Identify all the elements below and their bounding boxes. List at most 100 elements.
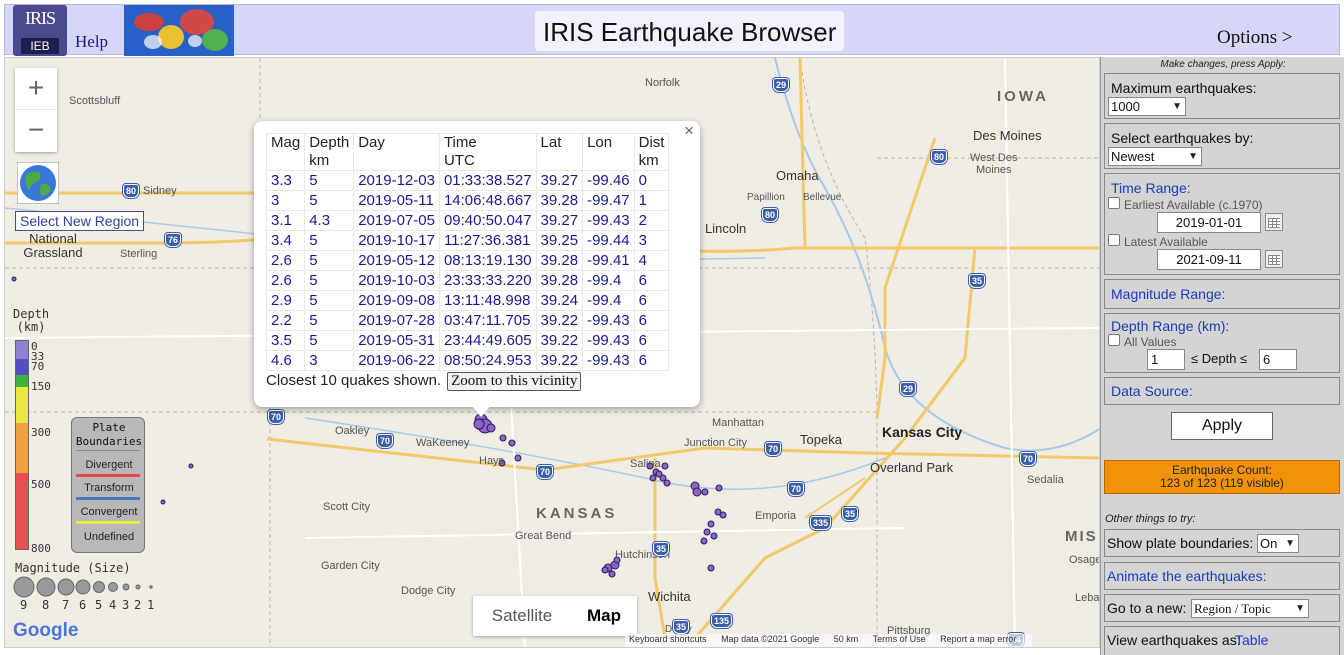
quake-table-cell: 6 [633, 330, 670, 351]
select-by-select[interactable]: Newest ▼ [1108, 147, 1202, 166]
quake-table-row[interactable]: 3.1 4.3 2019-07-05 09:40:50.047 39.27 -99.43 2 [265, 210, 670, 231]
zoom-out-button[interactable]: − [15, 110, 57, 152]
keyboard-shortcuts-link[interactable]: Keyboard shortcuts [629, 634, 707, 644]
all-values-label: All Values [1124, 335, 1177, 349]
terms-of-use-link[interactable]: Terms of Use [873, 634, 926, 644]
earthquake-marker[interactable] [649, 474, 657, 482]
data-source-label[interactable]: Data Source: [1111, 383, 1193, 399]
data-source-box: Data Source: [1104, 377, 1340, 405]
earthquake-marker[interactable] [714, 508, 722, 516]
place-garden-city: Garden City [321, 560, 380, 572]
animate-earthquakes-link[interactable]: Animate the earthquakes: [1107, 568, 1267, 584]
earthquake-marker[interactable] [508, 439, 516, 447]
max-earthquakes-label: Maximum earthquakes: [1111, 80, 1257, 96]
goto-select[interactable]: Region / Topic ▼ [1191, 599, 1309, 618]
mag-num-3: 3 [122, 598, 130, 612]
quake-table-cell: 39.24 [535, 290, 584, 311]
close-icon[interactable]: × [684, 121, 694, 141]
quake-table-cell: 2.6 [265, 250, 306, 271]
calendar-icon[interactable] [1265, 250, 1283, 268]
iris-ieb-logo[interactable]: IRIS IEB [13, 5, 67, 56]
world-map-thumbnail[interactable] [124, 5, 234, 56]
map-data-credit: Map data ©2021 Google [721, 634, 820, 644]
magnitude-range-label[interactable]: Magnitude Range: [1111, 286, 1225, 302]
quake-table-row[interactable]: 2.6 5 2019-05-12 08:13:19.130 39.28 -99.41 4 [265, 250, 670, 271]
time-range-label[interactable]: Time Range: [1111, 180, 1191, 196]
quake-table-row[interactable]: 3 5 2019-05-11 14:06:48.667 39.28 -99.47 1 [265, 190, 670, 211]
quake-table-row[interactable]: 3.4 5 2019-10-17 11:27:36.381 39.25 -99.44 3 [265, 230, 670, 251]
quake-table-row[interactable]: 2.2 5 2019-07-28 03:47:11.705 39.22 -99.43 6 [265, 310, 670, 331]
quake-table-row[interactable]: 2.9 5 2019-09-08 13:11:48.998 39.24 -99.4 6 [265, 290, 670, 311]
interstate-shield-icon: 70 [765, 442, 782, 456]
earthquake-marker[interactable] [707, 564, 715, 572]
map-button[interactable]: Map [571, 596, 637, 636]
quake-table-cell: -99.43 [582, 210, 635, 231]
earthquake-marker[interactable] [188, 463, 194, 469]
quake-table-cell: 39.28 [535, 190, 584, 211]
quake-table-cell: 39.25 [535, 230, 584, 251]
earthquake-marker[interactable] [692, 487, 702, 497]
globe-icon[interactable] [17, 162, 59, 204]
depth-range-box: Depth Range (km): All Values 1 ≤ Depth ≤… [1104, 313, 1340, 373]
all-values-checkbox[interactable] [1108, 334, 1120, 346]
place-west-des-moines: West Des Moines [970, 152, 1018, 176]
select-new-region-button[interactable]: Select New Region [15, 211, 145, 231]
earthquake-marker[interactable] [601, 566, 609, 574]
earthquake-marker[interactable] [703, 528, 711, 536]
earthquake-marker[interactable] [499, 434, 507, 442]
calendar-icon[interactable] [1265, 213, 1283, 231]
view-as-label: View earthquakes as: [1107, 632, 1241, 648]
end-date-input[interactable]: 2021-09-11 [1157, 249, 1261, 270]
place-papillion: Papillion [747, 192, 785, 203]
google-logo[interactable]: Google [13, 620, 78, 642]
place-norfolk: Norfolk [645, 77, 680, 89]
earthquake-marker[interactable] [486, 423, 496, 433]
max-earthquakes-select[interactable]: 1000 ▼ [1108, 97, 1186, 116]
earthquake-marker[interactable] [663, 479, 671, 487]
apply-button[interactable]: Apply [1171, 412, 1273, 440]
start-date-input[interactable]: 2019-01-01 [1157, 212, 1261, 233]
earthquake-marker[interactable] [11, 276, 17, 282]
zoom-in-button[interactable]: + [15, 68, 57, 110]
quake-table-cell: 5 [304, 330, 355, 351]
depth-min-input[interactable]: 1 [1147, 349, 1185, 370]
map-type-control: Satellite Map [473, 596, 637, 636]
plate-undefined-label: Undefined [83, 531, 135, 543]
earthquake-marker[interactable] [710, 532, 718, 540]
mag-num-9: 9 [20, 598, 28, 612]
quake-table-row[interactable]: 2.6 5 2019-10-03 23:33:33.220 39.28 -99.4 6 [265, 270, 670, 291]
interstate-shield-icon: 70 [377, 434, 394, 448]
earthquake-marker[interactable] [160, 499, 166, 505]
depth-range-label[interactable]: Depth Range (km): [1111, 318, 1229, 334]
chevron-down-icon: ▼ [1285, 538, 1295, 549]
earthquake-marker[interactable] [715, 484, 723, 492]
earthquake-marker[interactable] [701, 488, 709, 496]
quake-table-cell: 39.22 [535, 330, 584, 351]
earthquake-marker[interactable] [700, 537, 708, 545]
depth-max-input[interactable]: 6 [1259, 349, 1297, 370]
quake-table-cell: 09:40:50.047 [438, 210, 537, 231]
earthquake-marker[interactable] [608, 570, 616, 578]
help-link[interactable]: Help [75, 32, 108, 52]
earthquake-marker[interactable] [473, 418, 485, 430]
quake-table-cell: 5 [304, 290, 355, 311]
earthquake-marker[interactable] [655, 470, 663, 478]
earliest-available-checkbox[interactable] [1108, 197, 1120, 209]
plate-boundaries-select[interactable]: On ▼ [1257, 534, 1299, 553]
options-link[interactable]: Options > [1217, 27, 1293, 49]
quake-table-row[interactable]: 3.5 5 2019-05-31 23:44:49.605 39.22 -99.43 6 [265, 330, 670, 351]
earthquake-marker[interactable] [707, 520, 715, 528]
quake-table-row[interactable]: 3.3 5 2019-12-03 01:33:38.527 39.27 -99.46 0 [265, 170, 670, 191]
select-by-box: Select earthquakes by: Newest ▼ [1104, 123, 1340, 169]
zoom-to-vicinity-button[interactable]: Zoom to this vicinity [447, 372, 582, 391]
satellite-button[interactable]: Satellite [473, 596, 571, 636]
earthquake-marker[interactable] [661, 462, 669, 470]
report-map-error-link[interactable]: Report a map error [940, 634, 1016, 644]
latest-available-checkbox[interactable] [1108, 234, 1120, 246]
place-sterling: Sterling [120, 248, 158, 260]
interstate-shield-icon: 29 [773, 78, 790, 92]
quake-table-row[interactable]: 4.6 3 2019-06-22 08:50:24.953 39.22 -99.43 6 [265, 350, 670, 371]
earthquake-marker[interactable] [514, 454, 522, 462]
depth-legend-title: Depth (km) [13, 307, 50, 334]
view-as-table-link[interactable]: Table [1235, 632, 1268, 648]
